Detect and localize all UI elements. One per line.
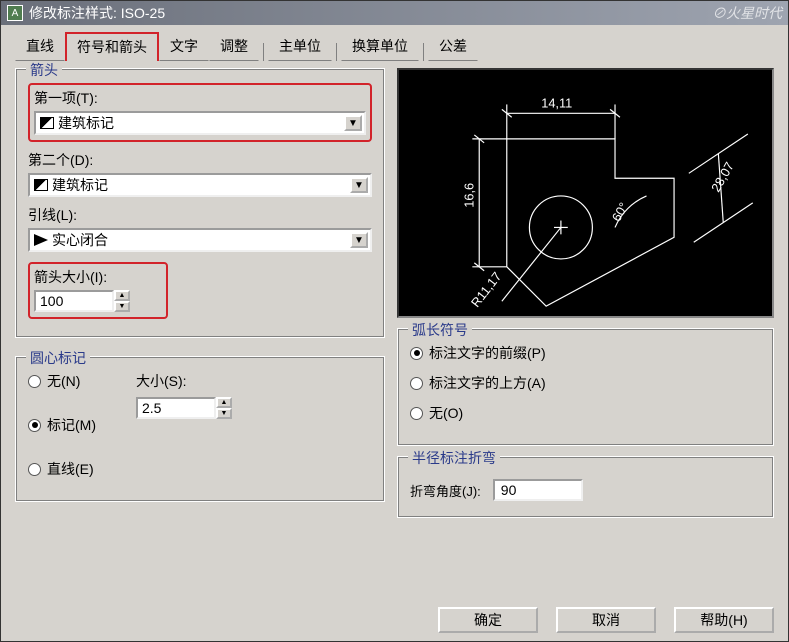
radio-arc-prefix[interactable]: 标注文字的前缀(P) bbox=[410, 343, 761, 363]
tab-primary-units[interactable]: 主单位 bbox=[268, 32, 332, 61]
center-size-label: 大小(S): bbox=[136, 371, 232, 391]
arrow-size-input[interactable] bbox=[34, 290, 114, 312]
tab-adjust[interactable]: 调整 bbox=[209, 32, 259, 61]
group-arc-length-legend: 弧长符号 bbox=[408, 320, 472, 340]
second-arrow-value: 建筑标记 bbox=[52, 175, 108, 195]
arch-tick-icon bbox=[34, 179, 48, 191]
arch-tick-icon bbox=[40, 117, 54, 129]
cancel-button[interactable]: 取消 bbox=[556, 607, 656, 633]
svg-text:14,11: 14,11 bbox=[541, 95, 572, 110]
help-button[interactable]: 帮助(H) bbox=[674, 607, 774, 633]
spinner-up-icon[interactable]: ▲ bbox=[114, 290, 130, 301]
radio-center-none[interactable]: 无(N) bbox=[28, 371, 96, 391]
ok-button[interactable]: 确定 bbox=[438, 607, 538, 633]
group-radius-jog: 半径标注折弯 折弯角度(J): bbox=[397, 456, 774, 518]
second-arrow-label: 第二个(D): bbox=[28, 150, 372, 170]
svg-text:16,6: 16,6 bbox=[461, 183, 476, 208]
tab-line[interactable]: 直线 bbox=[15, 32, 65, 61]
svg-text:R11,17: R11,17 bbox=[468, 269, 505, 310]
app-icon: A bbox=[7, 5, 23, 21]
radio-arc-above[interactable]: 标注文字的上方(A) bbox=[410, 373, 761, 393]
radio-arc-none[interactable]: 无(O) bbox=[410, 403, 761, 423]
spinner-up-icon[interactable]: ▲ bbox=[216, 397, 232, 408]
tab-tolerance[interactable]: 公差 bbox=[428, 32, 478, 61]
leader-dropdown[interactable]: 实心闭合 ▼ bbox=[28, 228, 372, 252]
tab-text[interactable]: 文字 bbox=[159, 32, 209, 61]
radio-icon bbox=[28, 375, 41, 388]
watermark: ⊘火星时代 bbox=[712, 3, 782, 23]
spinner-down-icon[interactable]: ▼ bbox=[216, 408, 232, 419]
svg-text:28,07: 28,07 bbox=[708, 159, 737, 194]
radio-icon bbox=[28, 463, 41, 476]
radio-icon bbox=[410, 347, 423, 360]
highlight-first-arrow: 第一项(T): 建筑标记 ▼ bbox=[28, 83, 372, 142]
first-arrow-value: 建筑标记 bbox=[58, 113, 114, 133]
jog-angle-input[interactable] bbox=[493, 479, 583, 501]
radio-icon bbox=[28, 419, 41, 432]
leader-value: 实心闭合 bbox=[52, 230, 108, 250]
dialog-buttons: 确定 取消 帮助(H) bbox=[1, 599, 788, 641]
dropdown-button-icon[interactable]: ▼ bbox=[344, 115, 362, 131]
first-arrow-dropdown[interactable]: 建筑标记 ▼ bbox=[34, 111, 366, 135]
group-radius-jog-legend: 半径标注折弯 bbox=[408, 448, 500, 468]
highlight-arrow-size: 箭头大小(I): ▲ ▼ bbox=[28, 262, 168, 319]
jog-angle-label: 折弯角度(J): bbox=[410, 481, 481, 500]
tab-bar: 直线 符号和箭头 文字 调整 主单位 换算单位 公差 bbox=[15, 35, 774, 61]
radio-center-mark[interactable]: 标记(M) bbox=[28, 415, 96, 435]
group-center-marks-legend: 圆心标记 bbox=[26, 348, 90, 368]
group-arrowheads: 箭头 第一项(T): 建筑标记 ▼ 第二个(D): 建筑标记 bbox=[15, 68, 385, 338]
tab-alt-units[interactable]: 换算单位 bbox=[341, 32, 419, 61]
tab-symbols-arrows[interactable]: 符号和箭头 bbox=[65, 32, 159, 61]
group-arc-length: 弧长符号 标注文字的前缀(P) 标注文字的上方(A) 无(O) bbox=[397, 328, 774, 446]
center-size-input[interactable] bbox=[136, 397, 216, 419]
closed-filled-icon bbox=[34, 234, 48, 246]
titlebar: A 修改标注样式: ISO-25 ⊘火星时代 bbox=[1, 1, 788, 25]
group-center-marks: 圆心标记 无(N) 标记(M) bbox=[15, 356, 385, 502]
dropdown-button-icon[interactable]: ▼ bbox=[350, 177, 368, 193]
group-arrowheads-legend: 箭头 bbox=[26, 60, 62, 80]
first-arrow-label: 第一项(T): bbox=[34, 88, 366, 108]
leader-label: 引线(L): bbox=[28, 205, 372, 225]
spinner-down-icon[interactable]: ▼ bbox=[114, 301, 130, 312]
dimension-preview: 14,11 16,6 R11,17 60° 28,07 bbox=[397, 68, 774, 318]
svg-text:60°: 60° bbox=[609, 200, 632, 224]
arrow-size-label: 箭头大小(I): bbox=[34, 267, 162, 287]
radio-icon bbox=[410, 407, 423, 420]
radio-icon bbox=[410, 377, 423, 390]
second-arrow-dropdown[interactable]: 建筑标记 ▼ bbox=[28, 173, 372, 197]
radio-center-line[interactable]: 直线(E) bbox=[28, 459, 96, 479]
dropdown-button-icon[interactable]: ▼ bbox=[350, 232, 368, 248]
window-title: 修改标注样式: ISO-25 bbox=[29, 3, 165, 23]
